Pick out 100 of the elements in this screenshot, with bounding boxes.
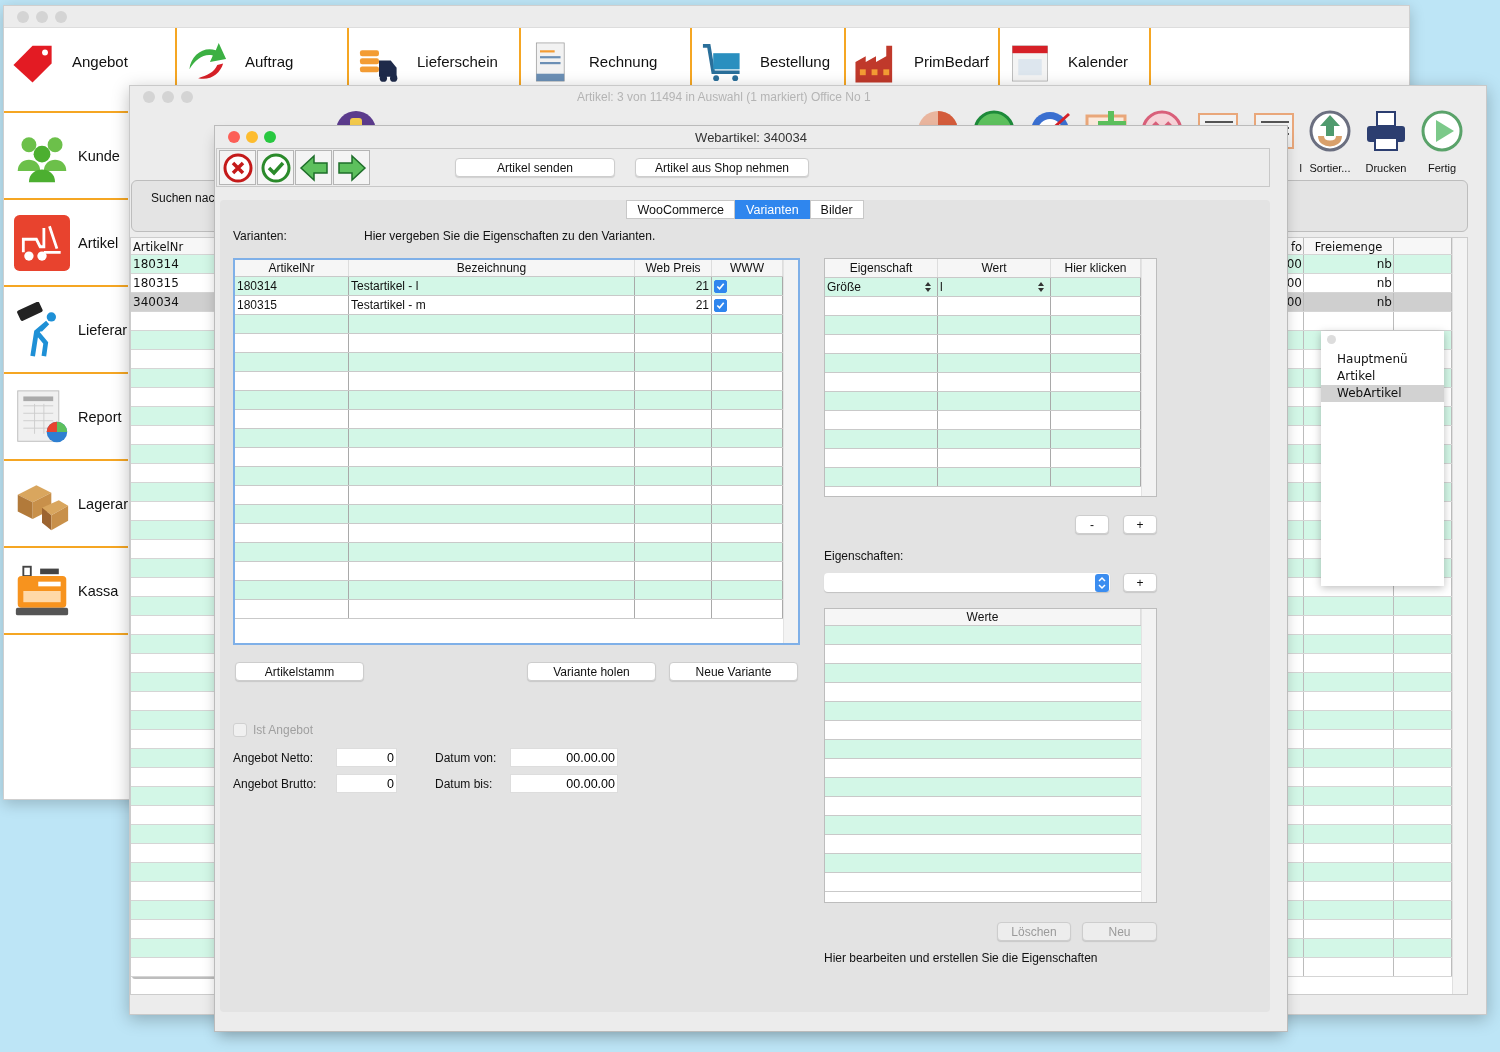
sidebar-item[interactable]: Artikel — [4, 200, 128, 287]
menu-item[interactable]: Hauptmenü — [1321, 351, 1444, 368]
stepper-icon — [925, 282, 931, 292]
menu-item[interactable]: Artikel — [1321, 368, 1444, 385]
table-row[interactable] — [235, 505, 783, 524]
tab[interactable]: Bilder — [809, 200, 864, 219]
table-row[interactable] — [825, 664, 1141, 683]
remove-button[interactable]: Artikel aus Shop nehmen — [635, 158, 809, 177]
date-field[interactable]: 00.00.00 — [510, 748, 618, 767]
zoom-button[interactable] — [264, 131, 276, 143]
stepper-icon — [1038, 282, 1044, 292]
sidebar-item[interactable]: Kassa — [4, 548, 128, 635]
table-row[interactable] — [825, 449, 1141, 468]
table-row[interactable] — [825, 354, 1141, 373]
icon-button[interactable] — [333, 150, 370, 185]
checkbox[interactable] — [714, 298, 727, 312]
send-button[interactable]: Artikel senden — [455, 158, 615, 177]
add-row-button[interactable]: + — [1123, 515, 1157, 534]
table-row[interactable]: Größe l — [825, 278, 1141, 297]
toolbar-button[interactable]: Drucken — [1358, 110, 1414, 180]
popup-cell[interactable]: Größe — [825, 278, 938, 296]
table-row[interactable] — [825, 335, 1141, 354]
new-variant-button[interactable]: Neue Variante — [669, 662, 798, 681]
toolbar-button[interactable]: Fertig — [1414, 110, 1470, 180]
table-row[interactable] — [235, 391, 783, 410]
table-cell: Testartikel - m — [349, 296, 635, 314]
scrollbar[interactable] — [783, 260, 798, 643]
table-row[interactable] — [825, 702, 1141, 721]
table-row[interactable] — [825, 392, 1141, 411]
table-row[interactable] — [235, 524, 783, 543]
minimize-button[interactable] — [246, 131, 258, 143]
hint-text: Hier vergeben Sie die Eigenschaften zu den Varianten. — [364, 229, 656, 243]
window-button[interactable] — [181, 91, 193, 103]
table-row[interactable]: 180315 Testartikel - m 21 — [235, 296, 783, 315]
remove-row-button[interactable]: - — [1075, 515, 1109, 534]
table-row[interactable] — [235, 467, 783, 486]
table-row[interactable] — [235, 562, 783, 581]
table-row[interactable] — [825, 740, 1141, 759]
table-row[interactable] — [235, 372, 783, 391]
popup-cell[interactable]: l — [938, 278, 1051, 296]
window-button[interactable] — [162, 91, 174, 103]
sidebar-item[interactable]: Kunde — [4, 113, 128, 200]
table-row[interactable] — [235, 448, 783, 467]
sidebar-item[interactable]: Report — [4, 374, 128, 461]
stepper-icon — [1095, 573, 1109, 592]
icon-button[interactable] — [257, 150, 294, 185]
checkbox[interactable] — [714, 279, 727, 293]
table-row[interactable] — [825, 411, 1141, 430]
table-row[interactable] — [235, 353, 783, 372]
add-button[interactable]: + — [1123, 573, 1157, 592]
column-header: ArtikelNr — [235, 260, 349, 276]
master-data-button[interactable]: Artikelstamm — [235, 662, 364, 681]
table-row[interactable] — [235, 429, 783, 448]
table-row[interactable] — [235, 410, 783, 429]
table-row[interactable] — [825, 468, 1141, 487]
icon-button[interactable] — [219, 150, 256, 185]
sidebar-item[interactable]: Lieferar — [4, 287, 128, 374]
table-row[interactable] — [825, 854, 1141, 873]
sort-icon — [1309, 110, 1351, 152]
close-button[interactable] — [228, 131, 240, 143]
table-row[interactable] — [235, 543, 783, 562]
property-dropdown[interactable] — [824, 573, 1110, 592]
table-row[interactable] — [825, 297, 1141, 316]
sidebar-item[interactable]: Lagerar — [4, 461, 128, 548]
input-field[interactable]: 0 — [336, 774, 397, 793]
window-button[interactable] — [143, 91, 155, 103]
table-row[interactable]: 180314 Testartikel - l 21 — [235, 277, 783, 296]
table-row[interactable] — [825, 373, 1141, 392]
column-header: Web Preis — [635, 260, 712, 276]
fetch-variant-button[interactable]: Variante holen — [527, 662, 656, 681]
toolbar-button[interactable]: Sortier... — [1302, 110, 1358, 180]
input-field[interactable]: 0 — [336, 748, 397, 767]
table-row[interactable] — [825, 778, 1141, 797]
table-row[interactable] — [825, 316, 1141, 335]
table-row[interactable] — [235, 600, 783, 619]
window-button[interactable] — [55, 10, 67, 23]
right-arrow-icon — [336, 152, 367, 183]
menu-item[interactable]: WebArtikel — [1321, 385, 1444, 402]
scrollbar[interactable] — [1452, 238, 1467, 994]
table-row[interactable] — [825, 430, 1141, 449]
date-field[interactable]: 00.00.00 — [510, 774, 618, 793]
tab[interactable]: WooCommerce — [626, 200, 735, 219]
field-label: Datum bis: — [435, 776, 494, 791]
scrollbar[interactable] — [1141, 609, 1156, 902]
table-row[interactable] — [235, 581, 783, 600]
table-row[interactable] — [235, 334, 783, 353]
report-icon — [14, 388, 70, 445]
tab[interactable]: Varianten — [735, 200, 810, 219]
table-row[interactable] — [825, 816, 1141, 835]
close-button[interactable] — [1327, 335, 1336, 344]
scrollbar[interactable] — [1141, 259, 1156, 496]
field-label: Datum von: — [435, 750, 498, 765]
table-row[interactable] — [825, 626, 1141, 645]
module-button[interactable]: Angebot — [4, 28, 177, 85]
column-header: Bezeichnung — [349, 260, 635, 276]
icon-button[interactable] — [295, 150, 332, 185]
window-button[interactable] — [36, 10, 48, 23]
window-button[interactable] — [17, 10, 29, 23]
table-cell: nb — [1304, 293, 1394, 311]
table-row[interactable] — [235, 486, 783, 505]
